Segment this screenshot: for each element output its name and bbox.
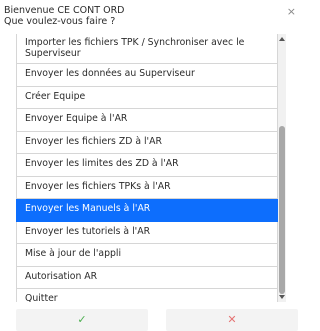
- menu-list: Importer les fichiers TPK / Synchroniser…: [16, 34, 286, 302]
- scrollbar-thumb[interactable]: [279, 126, 285, 294]
- dialog-title: Bienvenue CE CONT ORD: [4, 5, 125, 16]
- menu-item[interactable]: Envoyer les tutoriels à l'AR: [16, 221, 278, 244]
- menu-item[interactable]: Quitter: [16, 289, 278, 302]
- scroll-down-icon[interactable]: [279, 295, 285, 299]
- confirm-button[interactable]: ✓: [16, 309, 148, 331]
- menu-item[interactable]: Envoyer les fichiers TPKs à l'AR: [16, 176, 278, 199]
- dialog: Bienvenue CE CONT ORD Que voulez-vous fa…: [0, 0, 302, 331]
- menu-item[interactable]: Mise à jour de l'appli: [16, 244, 278, 267]
- close-icon: ✕: [227, 313, 237, 326]
- scrollbar[interactable]: [278, 34, 286, 302]
- menu-item[interactable]: Importer les fichiers TPK / Synchroniser…: [16, 34, 278, 64]
- menu-item[interactable]: Envoyer les Manuels à l'AR: [16, 199, 278, 222]
- menu-item[interactable]: Créer Equipe: [16, 86, 278, 109]
- check-icon: ✓: [77, 313, 87, 326]
- menu-items: Importer les fichiers TPK / Synchroniser…: [16, 34, 278, 302]
- menu-item[interactable]: Envoyer les limites des ZD à l'AR: [16, 154, 278, 177]
- dialog-header: Bienvenue CE CONT ORD Que voulez-vous fa…: [0, 0, 302, 28]
- close-icon[interactable]: ×: [287, 6, 296, 17]
- menu-item[interactable]: Envoyer Equipe à l'AR: [16, 109, 278, 132]
- dialog-subtitle: Que voulez-vous faire ?: [4, 16, 116, 27]
- scroll-up-icon[interactable]: [279, 37, 285, 41]
- menu-item[interactable]: Autorisation AR: [16, 266, 278, 289]
- menu-item[interactable]: Envoyer les données au Superviseur: [16, 64, 278, 87]
- cancel-button[interactable]: ✕: [166, 309, 298, 331]
- menu-item[interactable]: Envoyer les fichiers ZD à l'AR: [16, 131, 278, 154]
